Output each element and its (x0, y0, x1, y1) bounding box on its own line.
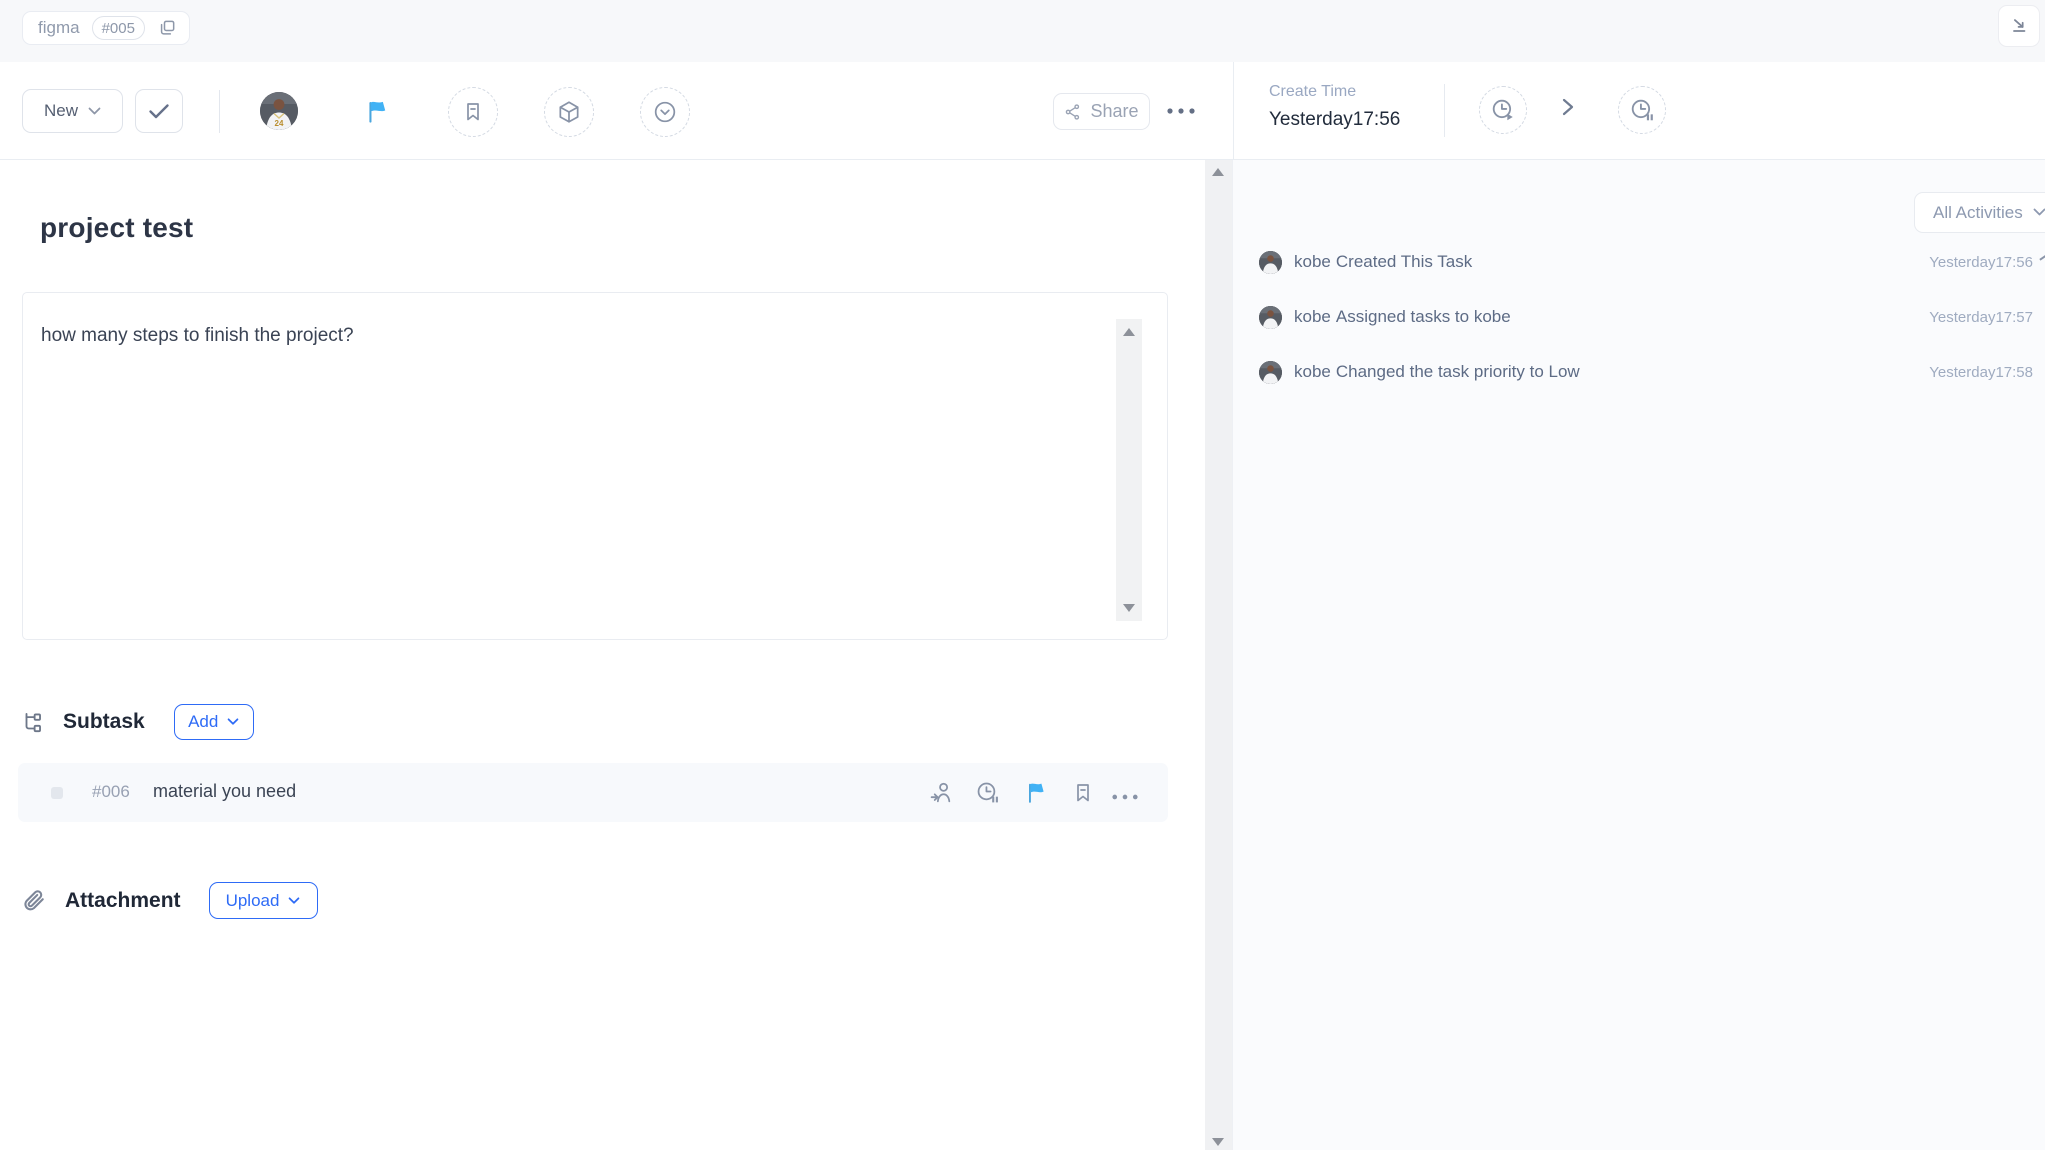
chevron-right-icon (1561, 97, 1575, 117)
create-time-divider (1444, 84, 1445, 137)
activity-user: kobe (1294, 252, 1331, 271)
chevron-down-icon (288, 897, 300, 905)
user-avatar (1259, 361, 1282, 384)
subtask-header: Subtask Add (20, 704, 254, 740)
activity-timestamp: Yesterday17:57 (1929, 309, 2033, 326)
task-detail-window: figma #005 New (0, 0, 2045, 1150)
share-label: Share (1090, 101, 1138, 122)
chevron-down-icon (227, 718, 239, 726)
scroll-down-icon[interactable] (1212, 1138, 1224, 1146)
complete-task-button[interactable] (135, 89, 183, 133)
circle-check-icon (652, 99, 678, 125)
scroll-up-icon[interactable] (1212, 168, 1224, 176)
attachment-heading: Attachment (65, 889, 181, 913)
description-box[interactable]: how many steps to finish the project? (22, 292, 1168, 640)
toolbar-divider (219, 90, 220, 133)
priority-flag-icon[interactable] (1023, 780, 1048, 805)
activity-item: kobe Changed the task priority to Low Yes… (1233, 360, 2045, 386)
create-time-value: Yesterday17:56 (1269, 109, 1400, 131)
more-icon[interactable] (1104, 784, 1146, 809)
toolbar: New 24 (0, 62, 2045, 160)
user-avatar (1259, 251, 1282, 274)
end-time-button[interactable] (1618, 86, 1666, 134)
project-name[interactable]: figma (38, 18, 80, 38)
create-time-label: Create Time (1269, 83, 1356, 101)
share-button[interactable]: Share (1053, 93, 1150, 130)
svg-text:24: 24 (275, 119, 284, 128)
activity-filter-label: All Activities (1933, 203, 2023, 223)
cube-icon (556, 99, 582, 125)
clock-start-icon (1490, 97, 1516, 123)
subtask-heading: Subtask (63, 710, 145, 734)
add-subtask-button[interactable]: Add (174, 704, 254, 740)
user-avatar (1259, 306, 1282, 329)
upload-button[interactable]: Upload (209, 882, 318, 919)
attachment-header: Attachment Upload (20, 882, 318, 919)
activity-panel: All Activities kobe Created This Task Yes… (1232, 160, 2045, 1150)
collapse-panel-button[interactable] (1998, 5, 2040, 47)
check-icon (148, 103, 170, 120)
activity-action: Created This Task (1336, 252, 1472, 271)
task-content: project test how many steps to finish th… (0, 160, 1205, 1150)
attachment-icon (20, 886, 48, 916)
chevron-down-icon (2033, 208, 2045, 217)
chevron-down-icon (88, 107, 101, 116)
description-text[interactable]: how many steps to finish the project? (41, 325, 354, 347)
subtask-icon (20, 709, 46, 735)
share-icon (1064, 103, 1082, 121)
bookmark-icon (461, 100, 485, 124)
priority-flag-icon[interactable] (364, 99, 390, 125)
bookmark-button[interactable] (448, 87, 498, 137)
subtask-id: #006 (92, 782, 130, 802)
description-scrollbar[interactable] (1116, 319, 1142, 621)
status-label: New (44, 101, 78, 121)
activity-timestamp: Yesterday17:58 (1929, 364, 2033, 381)
module-button[interactable] (544, 87, 594, 137)
activity-user: kobe (1294, 307, 1331, 326)
clock-end-icon (1629, 97, 1655, 123)
add-label: Add (188, 712, 218, 732)
more-actions-button[interactable] (1160, 98, 1202, 124)
upload-label: Upload (226, 891, 280, 911)
activity-item: kobe Assigned tasks to kobe Yesterday17:5… (1233, 305, 2045, 331)
activity-item: kobe Created This Task Yesterday17:56 (1233, 250, 2045, 276)
scroll-down-icon[interactable] (1123, 604, 1135, 612)
content-scrollbar[interactable] (1205, 160, 1232, 1150)
scroll-up-icon[interactable] (1123, 328, 1135, 336)
assign-icon[interactable] (929, 780, 954, 805)
subtask-row[interactable]: #006 material you need (18, 763, 1168, 822)
subtask-title[interactable]: material you need (153, 781, 296, 802)
assignee-avatar[interactable]: 24 (260, 92, 298, 130)
task-title[interactable]: project test (40, 212, 193, 244)
create-time-section: Create Time Yesterday17:56 (1233, 62, 2045, 159)
version-button[interactable] (640, 87, 690, 137)
copy-icon[interactable] (157, 18, 177, 38)
collapse-icon (2008, 15, 2030, 37)
top-strip: figma #005 (0, 0, 2045, 62)
status-dropdown[interactable]: New (22, 89, 123, 133)
clipped-icon (2039, 253, 2045, 260)
activity-user: kobe (1294, 362, 1331, 381)
activity-action: Changed the task priority to Low (1336, 362, 1580, 381)
activity-filter-dropdown[interactable]: All Activities (1914, 192, 2045, 233)
start-time-button[interactable] (1479, 86, 1527, 134)
subtask-checkbox[interactable] (51, 787, 63, 799)
bookmark-icon[interactable] (1070, 780, 1095, 805)
clock-end-icon[interactable] (975, 780, 1000, 805)
activity-timestamp: Yesterday17:56 (1929, 254, 2033, 271)
breadcrumb: figma #005 (22, 11, 190, 45)
activity-action: Assigned tasks to kobe (1336, 307, 1511, 326)
task-id-badge[interactable]: #005 (92, 16, 145, 40)
